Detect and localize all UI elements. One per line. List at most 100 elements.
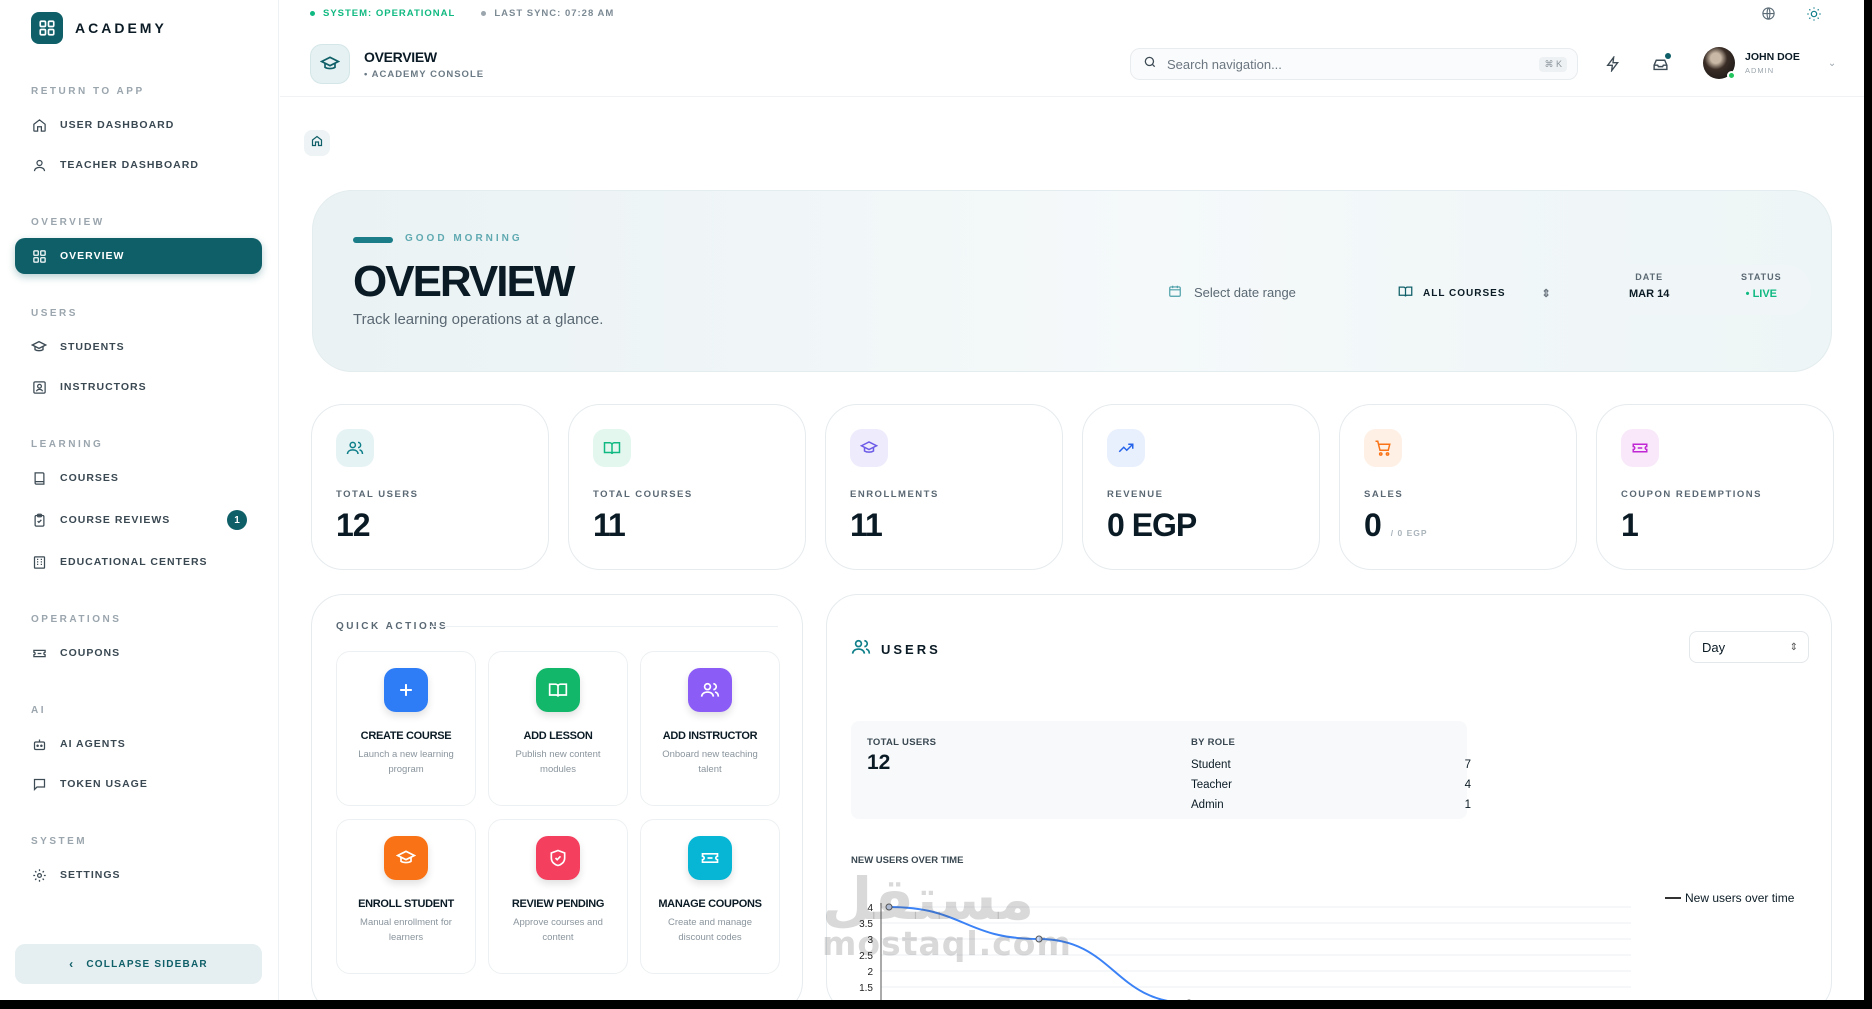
review-pending-button[interactable]: REVIEW PENDING Approve courses and conte… — [488, 819, 628, 974]
sidebar-item-teacher-dashboard[interactable]: TEACHER DASHBOARD — [15, 147, 262, 183]
user-name: JOHN DOE — [1745, 51, 1800, 63]
date-range-placeholder: Select date range — [1194, 285, 1296, 300]
sidebar-item-user-dashboard[interactable]: USER DASHBOARD — [15, 107, 262, 143]
breadcrumb-home[interactable] — [304, 130, 330, 156]
status-label: STATUS — [1741, 272, 1782, 282]
y-tick-label: 2 — [867, 967, 873, 978]
sidebar-item-label: TOKEN USAGE — [60, 778, 148, 790]
legend-line — [1665, 897, 1681, 899]
legend-label: New users over time — [1685, 891, 1795, 905]
avatar — [1703, 47, 1736, 80]
sidebar-item-ai-agents[interactable]: AI AGENTS — [15, 726, 262, 762]
stat-value: 1 — [1621, 507, 1639, 544]
sidebar-item-coupons[interactable]: COUPONS — [15, 635, 262, 671]
search-input[interactable] — [1167, 56, 1527, 72]
quick-actions-panel: QUICK ACTIONS CREATE COURSE Launch a new… — [311, 594, 803, 1000]
bot-icon — [30, 735, 48, 753]
cart-icon — [1364, 429, 1402, 467]
course-filter-select[interactable]: ALL COURSES ⇕ — [1398, 284, 1552, 302]
inbox-icon[interactable] — [1650, 53, 1671, 74]
lightning-icon[interactable] — [1603, 54, 1623, 74]
stat-card-revenue[interactable]: REVENUE 0 EGP — [1082, 404, 1320, 570]
sidebar-item-instructors[interactable]: INSTRUCTORS — [15, 369, 262, 405]
stat-card-total-courses[interactable]: TOTAL COURSES 11 — [568, 404, 806, 570]
users-icon — [688, 668, 732, 712]
chevron-updown-icon: ⇕ — [1789, 641, 1798, 653]
id-card-icon — [30, 378, 48, 396]
sidebar-item-educational-centers[interactable]: EDUCATIONAL CENTERS — [15, 544, 262, 580]
brand[interactable]: ACADEMY — [31, 12, 167, 44]
last-sync-text: LAST SYNC: 07:28 AM — [494, 8, 615, 19]
search-bar[interactable]: ⌘ K — [1130, 48, 1578, 80]
header-divider — [280, 96, 1864, 97]
globe-icon[interactable] — [1761, 6, 1776, 27]
sun-icon[interactable] — [1806, 6, 1822, 27]
brand-logo-icon — [31, 12, 63, 44]
sidebar-item-course-reviews[interactable]: COURSE REVIEWS 1 — [15, 502, 262, 538]
stat-card-total-users[interactable]: TOTAL USERS 12 — [311, 404, 549, 570]
stat-value: 12 — [336, 507, 371, 544]
create-course-button[interactable]: CREATE COURSE Launch a new learning prog… — [336, 651, 476, 806]
stat-card-enrollments[interactable]: ENROLLMENTS 11 — [825, 404, 1063, 570]
role-count: 1 — [1464, 799, 1471, 811]
watermark-arabic: مستقل — [822, 865, 1035, 933]
stat-subvalue: / 0 EGP — [1390, 528, 1428, 538]
user-icon — [30, 156, 48, 174]
stat-number: 0 EGP — [1107, 507, 1197, 543]
action-description: Publish new content modules — [515, 749, 601, 775]
calendar-icon — [1168, 284, 1182, 301]
book-icon — [30, 469, 48, 487]
users-panel-header: USERS — [851, 637, 941, 662]
stat-card-coupon-redemptions[interactable]: COUPON REDEMPTIONS 1 — [1596, 404, 1834, 570]
role-row: Admin 1 — [1191, 799, 1471, 811]
sidebar-item-label: COUPONS — [60, 647, 121, 659]
role-count: 4 — [1464, 779, 1471, 791]
manage-coupons-button[interactable]: MANAGE COUPONS Create and manage discoun… — [640, 819, 780, 974]
user-role: ADMIN — [1745, 66, 1775, 75]
hero-subtitle: Track learning operations at a glance. — [353, 311, 604, 328]
section-label-learning: LEARNING — [31, 439, 104, 450]
watermark-latin: mostaql.com — [822, 924, 1072, 963]
sidebar-item-overview[interactable]: OVERVIEW — [15, 238, 262, 274]
topbar-icons — [1761, 6, 1822, 27]
sidebar-item-token-usage[interactable]: TOKEN USAGE — [15, 766, 262, 802]
brand-name: ACADEMY — [75, 20, 167, 36]
role-name: Admin — [1191, 799, 1224, 811]
hero-status-pill: DATE MAR 14 STATUS • LIVE — [1586, 265, 1811, 315]
collapse-sidebar-label: COLLAPSE SIDEBAR — [86, 958, 208, 970]
sidebar-item-students[interactable]: STUDENTS — [15, 329, 262, 365]
hero-greeting: GOOD MORNING — [405, 233, 523, 244]
add-instructor-button[interactable]: ADD INSTRUCTOR Onboard new teaching tale… — [640, 651, 780, 806]
sidebar-item-settings[interactable]: SETTINGS — [15, 857, 262, 893]
stat-value: 0 EGP — [1107, 507, 1197, 544]
date-range-picker[interactable]: Select date range — [1168, 284, 1296, 301]
status-dot — [310, 11, 315, 16]
role-count: 7 — [1464, 759, 1471, 771]
stat-number: 1 — [1621, 507, 1639, 543]
enroll-student-button[interactable]: ENROLL STUDENT Manual enrollment for lea… — [336, 819, 476, 974]
sidebar-item-courses[interactable]: COURSES — [15, 460, 262, 496]
action-title: ADD LESSON — [523, 730, 593, 742]
period-select[interactable]: Day ⇕ — [1689, 631, 1809, 663]
page-header: OVERVIEW • ACADEMY CONSOLE — [310, 44, 484, 84]
stat-label: SALES — [1364, 489, 1404, 500]
quick-actions-divider — [430, 626, 778, 627]
clipboard-check-icon — [30, 511, 48, 529]
stat-label: TOTAL COURSES — [593, 489, 693, 500]
section-label-system: SYSTEM — [31, 836, 88, 847]
collapse-sidebar-button[interactable]: ‹ COLLAPSE SIDEBAR — [15, 944, 262, 984]
graduation-cap-icon — [850, 429, 888, 467]
add-lesson-button[interactable]: ADD LESSON Publish new content modules — [488, 651, 628, 806]
book-open-icon — [536, 668, 580, 712]
action-title: REVIEW PENDING — [511, 898, 605, 910]
review-count-badge: 1 — [227, 510, 247, 530]
sidebar-item-label: SETTINGS — [60, 869, 121, 881]
sidebar-item-label: INSTRUCTORS — [60, 381, 147, 393]
user-menu[interactable]: JOHN DOE ADMIN ⌄ — [1703, 47, 1836, 80]
sidebar-item-label: AI AGENTS — [60, 738, 126, 750]
stat-card-sales[interactable]: SALES 0 / 0 EGP — [1339, 404, 1577, 570]
date-value: MAR 14 — [1629, 288, 1670, 300]
search-shortcut: ⌘ K — [1539, 56, 1567, 72]
search-icon — [1143, 55, 1157, 74]
section-label-return: RETURN TO APP — [31, 86, 145, 97]
